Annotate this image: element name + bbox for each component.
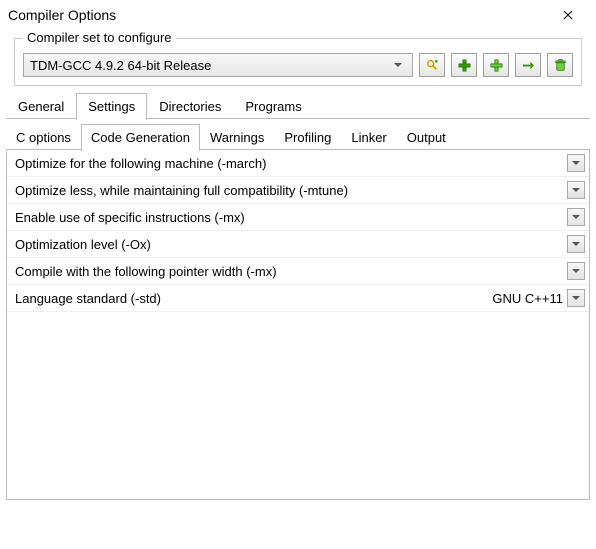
add-blank-icon [489, 58, 504, 73]
rename-icon [521, 58, 536, 73]
chevron-down-icon [572, 269, 580, 273]
tab-settings[interactable]: Settings [76, 93, 147, 120]
compiler-set-combo[interactable]: TDM-GCC 4.9.2 64-bit Release [23, 53, 413, 77]
options-panel: Optimize for the following machine (-mar… [6, 150, 590, 500]
option-dropdown[interactable] [567, 289, 585, 307]
subtab-code-generation[interactable]: Code Generation [81, 124, 200, 151]
option-label: Language standard (-std) [7, 291, 492, 306]
chevron-down-icon [572, 242, 580, 246]
add-compiler-blank-button[interactable] [483, 53, 509, 77]
subtab-output[interactable]: Output [397, 124, 456, 151]
option-row: Language standard (-std) GNU C++11 [7, 285, 589, 312]
add-filled-icon [457, 58, 472, 73]
compiler-set-value: TDM-GCC 4.9.2 64-bit Release [30, 58, 390, 73]
option-dropdown[interactable] [567, 235, 585, 253]
option-value: GNU C++11 [492, 291, 567, 306]
close-icon [563, 10, 573, 20]
chevron-down-icon [572, 161, 580, 165]
option-label: Optimize for the following machine (-mar… [7, 156, 563, 171]
compiler-set-group: Compiler set to configure TDM-GCC 4.9.2 … [14, 38, 582, 86]
chevron-down-icon [572, 188, 580, 192]
chevron-down-icon [390, 63, 406, 67]
option-dropdown[interactable] [567, 181, 585, 199]
compiler-set-row: TDM-GCC 4.9.2 64-bit Release [23, 53, 573, 77]
subtab-profiling[interactable]: Profiling [274, 124, 341, 151]
option-label: Compile with the following pointer width… [7, 264, 563, 279]
delete-compiler-button[interactable] [547, 53, 573, 77]
option-dropdown[interactable] [567, 208, 585, 226]
tab-general[interactable]: General [6, 93, 76, 120]
add-compiler-filled-button[interactable] [451, 53, 477, 77]
settings-subtabs: C options Code Generation Warnings Profi… [6, 123, 590, 150]
option-label: Optimize less, while maintaining full co… [7, 183, 563, 198]
close-button[interactable] [548, 2, 588, 28]
option-row: Optimization level (-Ox) [7, 231, 589, 258]
option-label: Optimization level (-Ox) [7, 237, 563, 252]
option-row: Optimize for the following machine (-mar… [7, 150, 589, 177]
options-list: Optimize for the following machine (-mar… [7, 150, 589, 312]
option-row: Compile with the following pointer width… [7, 258, 589, 285]
chevron-down-icon [572, 215, 580, 219]
compiler-set-legend: Compiler set to configure [23, 30, 176, 45]
chevron-down-icon [572, 296, 580, 300]
option-dropdown[interactable] [567, 154, 585, 172]
titlebar: Compiler Options [0, 0, 596, 30]
find-auto-icon [425, 58, 440, 73]
main-tabs: General Settings Directories Programs [6, 92, 590, 119]
rename-compiler-button[interactable] [515, 53, 541, 77]
option-row: Enable use of specific instructions (-mx… [7, 204, 589, 231]
subtab-linker[interactable]: Linker [341, 124, 396, 151]
option-row: Optimize less, while maintaining full co… [7, 177, 589, 204]
subtab-warnings[interactable]: Warnings [200, 124, 274, 151]
tab-programs[interactable]: Programs [233, 93, 313, 120]
compiler-options-dialog: Compiler Options Compiler set to configu… [0, 0, 596, 549]
tab-directories[interactable]: Directories [147, 93, 233, 120]
dialog-title: Compiler Options [8, 7, 548, 23]
delete-icon [553, 58, 568, 73]
option-dropdown[interactable] [567, 262, 585, 280]
find-compilers-button[interactable] [419, 53, 445, 77]
subtab-c-options[interactable]: C options [6, 124, 81, 151]
option-label: Enable use of specific instructions (-mx… [7, 210, 563, 225]
